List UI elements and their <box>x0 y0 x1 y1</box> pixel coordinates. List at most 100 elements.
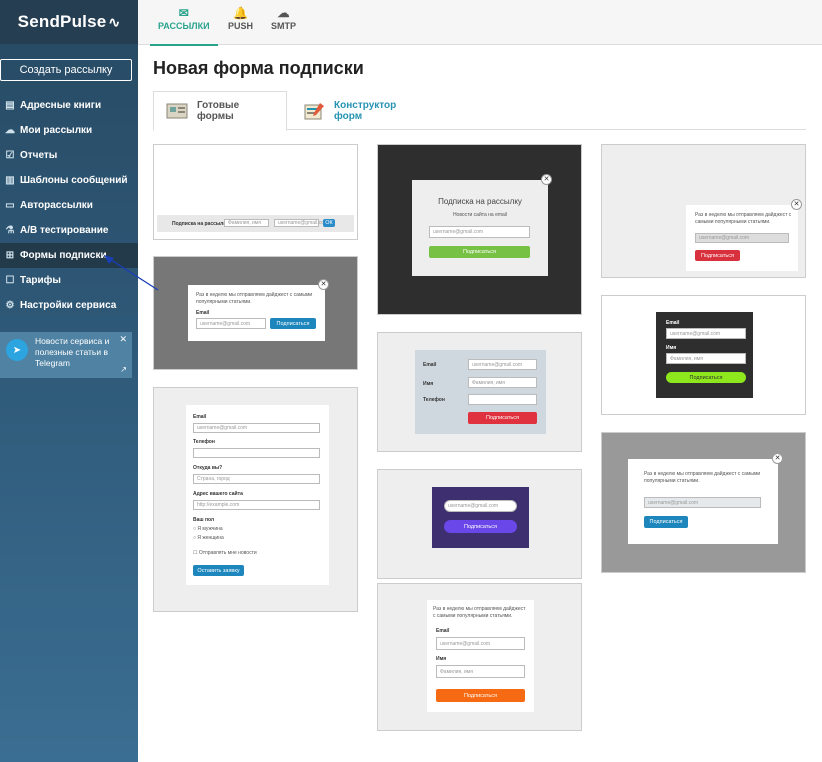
form-preview-1[interactable]: Подписка на рассылку Фамилия, имя userna… <box>153 144 358 240</box>
preview-button: Подписаться <box>644 516 688 528</box>
preview-field: username@gmail.com <box>444 500 517 512</box>
preview-text: ☐ Отправлять мне новости <box>193 550 257 556</box>
telegram-banner[interactable]: ➤ ✕ Новости сервиса и полезные статьи в … <box>0 332 132 378</box>
preview-button: Подписаться <box>444 520 517 533</box>
forms-icon: ⊞ <box>5 250 15 261</box>
tab-form-builder[interactable]: Конструктор форм <box>301 91 404 131</box>
preview-field: username@gmail.com <box>695 233 789 243</box>
preview-field: username@gmail.com <box>436 637 525 650</box>
preview-label: Ваш пол <box>193 517 215 523</box>
preview-form: Раз в неделю мы отправляем дайджест с са… <box>188 285 325 341</box>
cloud-icon: ☁ <box>277 6 290 20</box>
form-preview-5[interactable]: Email username@gmail.com Имя Фамилия, им… <box>377 332 582 452</box>
preview-label: Имя <box>436 656 447 662</box>
tab-ready-forms[interactable]: Готовые формы <box>153 91 287 131</box>
campaigns-icon: ☁ <box>5 125 15 136</box>
tab-smtp[interactable]: ☁ SMTP <box>271 5 296 31</box>
preview-label: Email <box>193 414 207 420</box>
sidebar-item-my-campaigns[interactable]: ☁ Мои рассылки <box>0 118 138 143</box>
reports-icon: ☑ <box>5 150 15 161</box>
automation-icon: ▭ <box>5 200 15 211</box>
ready-forms-icon <box>166 102 188 120</box>
preview-field: Страна, город <box>193 474 320 484</box>
sidebar-item-ab-testing[interactable]: ⚗ A/B тестирование <box>0 218 138 243</box>
preview-form: Email username@gmail.com Телефон Откуда … <box>186 405 329 585</box>
create-campaign-button[interactable]: Создать рассылку <box>0 59 132 81</box>
bell-icon: 🔔 <box>233 6 248 20</box>
preview-label: Имя <box>423 381 434 387</box>
close-icon: ✕ <box>772 453 783 464</box>
preview-text: ○ Я женщина <box>193 535 224 541</box>
top-nav: ✉ РАССЫЛКИ 🔔 PUSH ☁ SMTP <box>138 0 822 46</box>
preview-form: Email username@gmail.com Имя Фамилия, им… <box>415 350 546 434</box>
preview-button: Подписаться <box>429 246 530 258</box>
preview-button: Подписаться <box>695 250 740 261</box>
form-builder-icon <box>303 102 325 120</box>
preview-label: Имя <box>666 345 677 351</box>
close-icon: ✕ <box>791 199 802 210</box>
preview-field <box>468 394 537 405</box>
preview-field: username@gmail.com <box>468 359 537 370</box>
sidebar-item-automation[interactable]: ▭ Авторассылки <box>0 193 138 218</box>
preview-button: Подписаться <box>468 412 537 424</box>
form-preview-7[interactable]: Раз в неделю мы отправляем дайджест с са… <box>377 583 582 731</box>
telegram-icon: ➤ <box>6 339 28 361</box>
preview-label: Подписка на рассылку <box>172 221 229 227</box>
preview-button: ОК <box>323 219 335 227</box>
preview-text: Подписка на рассылку <box>438 197 522 206</box>
preview-label: Откуда вы? <box>193 465 223 471</box>
preview-button: Оставить заявку <box>193 565 244 576</box>
pricing-icon: ☐ <box>5 275 15 286</box>
close-icon: ✕ <box>318 279 329 290</box>
preview-field: username@gmail.com <box>274 219 328 227</box>
preview-form: username@gmail.com Подписаться <box>432 487 529 548</box>
preview-field: http://example.com <box>193 500 320 510</box>
form-preview-3[interactable]: Email username@gmail.com Телефон Откуда … <box>153 387 358 612</box>
sendpulse-logo[interactable]: SendPulse ∿ <box>0 0 138 44</box>
sidebar-item-reports[interactable]: ☑ Отчеты <box>0 143 138 168</box>
pulse-icon: ∿ <box>108 13 121 30</box>
form-preview-2[interactable]: Раз в неделю мы отправляем дайджест с са… <box>153 256 358 370</box>
form-preview-10[interactable]: Раз в неделю мы отправляем дайджест с са… <box>601 432 806 573</box>
sidebar-item-address-books[interactable]: ▤ Адресные книги <box>0 93 138 118</box>
external-link-icon: ↗ <box>120 365 127 374</box>
sidebar-item-settings[interactable]: ⚙ Настройки сервиса <box>0 293 138 318</box>
preview-text: Раз в неделю мы отправляем дайджест с са… <box>433 606 526 619</box>
preview-label: Телефон <box>423 397 445 403</box>
close-icon[interactable]: ✕ <box>119 334 127 345</box>
sidebar-item-templates[interactable]: ▥ Шаблоны сообщений <box>0 168 138 193</box>
preview-field: username@gmail.com <box>193 423 320 433</box>
preview-label: Email <box>196 310 210 316</box>
form-preview-8[interactable]: Раз в неделю мы отправляем дайджест с са… <box>601 144 806 278</box>
preview-form: Раз в неделю мы отправляем дайджест с са… <box>686 205 798 271</box>
preview-field <box>193 448 320 458</box>
mail-icon: ✉ <box>178 6 189 20</box>
form-preview-4[interactable]: Подписка на рассылку Новости сайта на em… <box>377 144 582 315</box>
preview-label: Email <box>423 362 437 368</box>
preview-form: Подписка на рассылку Фамилия, имя userna… <box>157 215 354 232</box>
preview-label: Email <box>666 320 680 326</box>
form-preview-6[interactable]: username@gmail.com Подписаться <box>377 469 582 579</box>
pointer-arrow <box>104 255 159 291</box>
preview-field: Фамилия, имя <box>436 665 525 678</box>
ab-test-icon: ⚗ <box>5 225 15 236</box>
tab-push[interactable]: 🔔 PUSH <box>228 5 253 31</box>
preview-field: username@gmail.com <box>644 497 761 508</box>
preview-label: Email <box>436 628 450 634</box>
form-preview-9[interactable]: Email username@gmail.com Имя Фамилия, им… <box>601 295 806 415</box>
preview-text: ○ Я мужчина <box>193 526 223 532</box>
preview-form: Раз в неделю мы отправляем дайджест с са… <box>427 600 534 712</box>
preview-label: Адрес вашего сайта <box>193 491 243 497</box>
preview-button: Подписаться <box>436 689 525 702</box>
templates-icon: ▥ <box>5 175 15 186</box>
preview-button: Подписаться <box>270 318 316 329</box>
page-title: Новая форма подписки <box>153 58 364 78</box>
preview-field: username@gmail.com <box>196 318 266 329</box>
sidebar: SendPulse ∿ Создать рассылку ▤ Адресные кн… <box>0 0 138 762</box>
tab-campaigns[interactable]: ✉ РАССЫЛКИ <box>150 5 218 46</box>
preview-field: Фамилия, имя <box>468 377 537 388</box>
preview-field: Фамилия, имя <box>666 353 746 364</box>
preview-button: Подписаться <box>666 372 746 383</box>
preview-field: Фамилия, имя <box>224 219 269 227</box>
preview-text: Раз в неделю мы отправляем дайджест с са… <box>644 471 761 484</box>
